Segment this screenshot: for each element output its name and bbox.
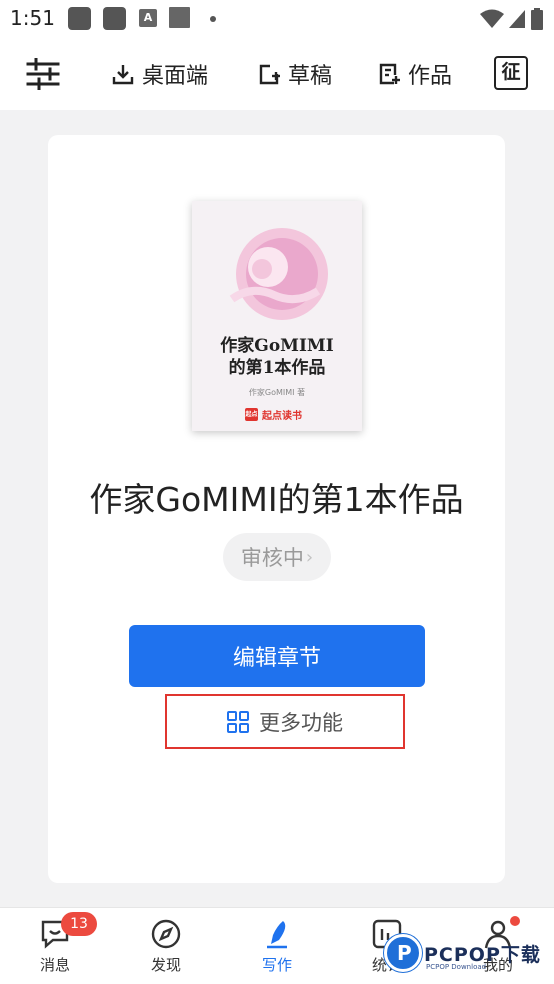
new-draft-icon (259, 64, 280, 85)
qidian-logo-icon: 起点 (245, 408, 258, 421)
draft-button[interactable]: 草稿 (258, 56, 332, 92)
contest-button[interactable]: 征 (494, 56, 528, 90)
watermark: P PCPOP下载 PCPOP Download (384, 934, 554, 980)
system-icons (480, 8, 544, 30)
nav-item-discover[interactable]: 发现 (126, 918, 206, 975)
review-status-badge[interactable]: 审核中 › (223, 533, 331, 581)
cover-title-line: 的第1本作品 (228, 358, 326, 378)
more-notifications-icon (210, 16, 216, 22)
desktop-label: 桌面端 (142, 64, 209, 89)
desktop-button[interactable]: 桌面端 (112, 56, 208, 92)
status-time: 1:51 (10, 6, 55, 30)
cover-title: 作家GoMIMI 的第1本作品 (192, 335, 362, 379)
wifi-icon (480, 9, 504, 28)
nav-item-messages[interactable]: 13 消息 (15, 912, 97, 975)
cover-brand: 起点 起点读书 (245, 407, 302, 422)
more-functions-button[interactable]: 更多功能 (165, 694, 405, 749)
document-icon (379, 63, 400, 85)
notification-icon (68, 7, 91, 30)
cloud-art-icon (229, 228, 328, 320)
notification-icon (169, 7, 190, 28)
grid-icon (227, 710, 249, 733)
download-icon (112, 65, 134, 85)
works-button[interactable]: 作品 (378, 56, 452, 92)
font-notification-icon: A (139, 9, 157, 27)
cover-author: 作家GoMIMI 著 (248, 388, 306, 397)
edit-chapters-label: 编辑章节 (232, 646, 321, 671)
chevron-right-icon: › (305, 546, 314, 568)
book-cover[interactable]: 作家GoMIMI 的第1本作品 作家GoMIMI 著 起点 起点读书 (192, 201, 362, 431)
nav-item-write[interactable]: 写作 (237, 918, 317, 975)
compass-icon (151, 919, 181, 949)
battery-icon (531, 8, 543, 30)
watermark-logo-icon: P (384, 934, 422, 972)
book-title: 作家GoMIMI的第1本作品 (89, 480, 464, 519)
edit-chapters-button[interactable]: 编辑章节 (129, 625, 425, 687)
notification-dot (510, 916, 520, 926)
cover-title-line: 作家GoMIMI (220, 336, 334, 356)
nav-label: 发现 (150, 956, 181, 974)
pen-icon (267, 921, 287, 949)
top-toolbar: 桌面端 草稿 作品 征 (0, 38, 554, 110)
nav-label: 消息 (39, 956, 70, 974)
settings-button[interactable] (26, 56, 60, 92)
works-label: 作品 (408, 64, 453, 89)
status-label: 审核中 (240, 546, 304, 570)
sliders-icon (26, 58, 60, 90)
watermark-subtext: PCPOP Download (426, 963, 487, 971)
status-bar: 1:51 A (0, 0, 554, 38)
unread-badge: 13 (61, 912, 97, 936)
book-card: 作家GoMIMI 的第1本作品 作家GoMIMI 著 起点 起点读书 作家GoM… (48, 135, 505, 883)
notification-icon (103, 7, 126, 30)
draft-label: 草稿 (288, 64, 333, 89)
signal-icon (509, 10, 525, 28)
more-functions-label: 更多功能 (259, 710, 343, 735)
cover-brand-label: 起点读书 (262, 411, 302, 422)
nav-label: 写作 (261, 956, 292, 974)
